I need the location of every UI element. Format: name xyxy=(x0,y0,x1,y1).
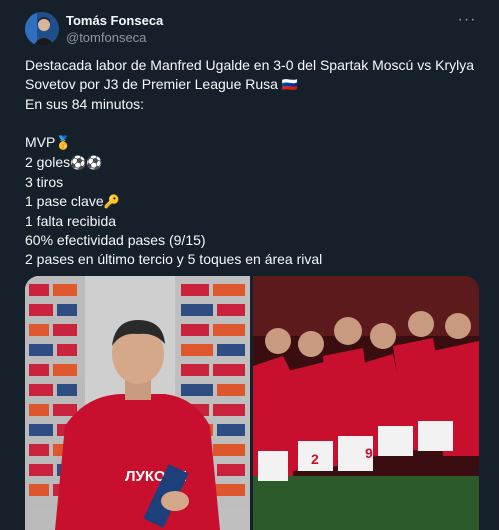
tweet-line-mvp: MVP🥇 xyxy=(25,133,485,153)
photo-team-celebration[interactable]: 2 9 xyxy=(253,276,479,530)
key-icon: 🔑 xyxy=(103,195,120,210)
tweet-line-fouls: 1 falta recibida xyxy=(25,213,117,229)
goals-text: 2 goles xyxy=(25,154,71,170)
soccer-ball-icon: ⚽⚽ xyxy=(70,156,103,171)
tweet-line-pass-accuracy: 60% efectividad pases (9/15) xyxy=(25,232,206,248)
author-display-name[interactable]: Tomás Fonseca xyxy=(66,12,163,29)
tweet-intro-text: Destacada labor de Manfred Ugalde en 3-0… xyxy=(25,57,478,92)
author-names: Tomás Fonseca @tomfonseca xyxy=(66,12,163,46)
tweet-line-shots: 3 tiros xyxy=(25,174,64,190)
more-options-icon[interactable]: ··· xyxy=(457,10,477,30)
avatar-image xyxy=(25,12,59,46)
author-handle[interactable]: @tomfonseca xyxy=(66,29,163,46)
tweet-card: Tomás Fonseca @tomfonseca ··· Destacada … xyxy=(0,0,499,530)
tweet-line-intro: Destacada labor de Manfred Ugalde en 3-0… xyxy=(25,56,485,95)
tweet-line-goals: 2 goles⚽⚽ xyxy=(25,153,485,173)
russia-flag-icon: 🇷🇺 xyxy=(281,78,298,93)
tweet-line-final-third: 2 pases en último tercio y 5 toques en á… xyxy=(25,251,323,267)
author-avatar[interactable] xyxy=(25,12,59,46)
shirt-number-2: 2 xyxy=(311,451,319,467)
tweet-media: ЛУКОЙЛ 2 9 xyxy=(25,276,479,530)
key-pass-text: 1 pase clave xyxy=(25,193,104,209)
tweet-line-key-pass: 1 pase clave🔑 xyxy=(25,192,485,212)
photo-player-award[interactable]: ЛУКОЙЛ xyxy=(25,276,250,530)
mvp-text: MVP xyxy=(25,134,56,150)
tweet-text: Destacada labor de Manfred Ugalde en 3-0… xyxy=(25,56,485,269)
tweet-line-minutes: En sus 84 minutos: xyxy=(25,96,145,112)
shirt-number-9: 9 xyxy=(365,445,373,461)
gold-medal-icon: 🥇 xyxy=(55,136,72,151)
player-award-image: ЛУКОЙЛ xyxy=(25,276,250,530)
team-celebration-image: 2 9 xyxy=(253,276,479,530)
